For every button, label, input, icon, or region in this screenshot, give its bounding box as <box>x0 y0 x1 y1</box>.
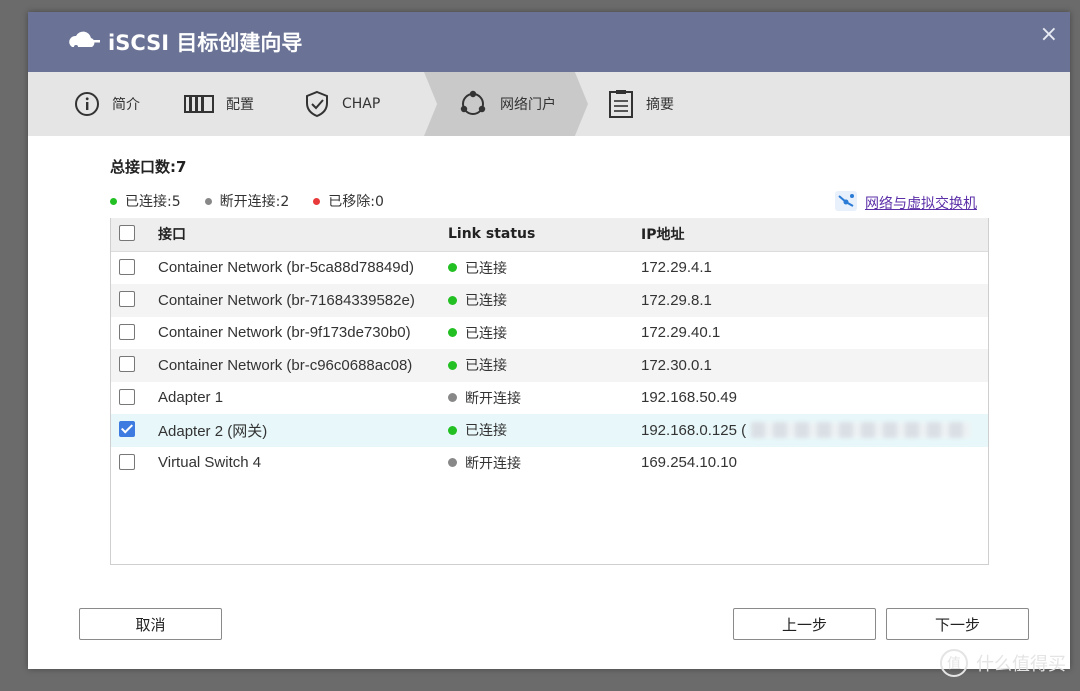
ip-address: 192.168.0.125 ( <box>641 421 747 439</box>
connected-dot-icon <box>448 295 457 305</box>
watermark-badge-icon: 值 <box>940 649 968 677</box>
redacted-blur <box>751 422 971 438</box>
ip-address: 169.254.10.10 <box>641 454 737 472</box>
step-intro[interactable]: 简介 <box>28 72 184 136</box>
ip-address: 172.29.40.1 <box>641 324 721 342</box>
red-dot-icon <box>313 197 321 205</box>
link-status: 已连接 <box>448 258 507 278</box>
row-checkbox[interactable] <box>119 323 135 340</box>
legend-removed-label: 已移除:0 <box>328 194 384 210</box>
step-summary[interactable]: 摘要 <box>588 72 718 136</box>
close-icon[interactable]: × <box>1040 22 1058 47</box>
wizard-dialog: iSCSI 目标创建向导 × 简介 配置 CHAP 网络门户 摘要 总接口数:7… <box>28 12 1070 669</box>
watermark-text: 什么值得买 <box>976 654 1066 675</box>
row-checkbox[interactable] <box>119 291 135 307</box>
link-status-label: 已连接 <box>465 358 507 375</box>
legend-connected: 已连接:5 <box>110 191 181 211</box>
interface-name: Container Network (br-c96c0688ac08) <box>158 356 413 374</box>
green-dot-icon <box>110 197 117 205</box>
config-icon <box>184 94 214 114</box>
table-row[interactable]: Container Network (br-71684339582e) 已连接 … <box>111 284 988 317</box>
step-label: 网络门户 <box>500 97 556 113</box>
cancel-button[interactable]: 取消 <box>79 608 222 640</box>
link-status: 断开连接 <box>448 388 521 408</box>
link-status-label: 已连接 <box>465 423 507 440</box>
step-label: 摘要 <box>646 97 674 113</box>
next-button[interactable]: 下一步 <box>886 608 1029 640</box>
shield-check-icon <box>304 90 330 118</box>
network-portal-icon <box>458 90 488 118</box>
row-checkbox[interactable] <box>119 356 135 372</box>
link-status: 已连接 <box>448 420 507 440</box>
connected-dot-icon <box>448 263 457 273</box>
header-ip[interactable]: IP地址 <box>641 224 684 244</box>
table-row[interactable]: Adapter 1 断开连接 192.168.50.49 <box>111 382 988 415</box>
link-status-label: 已连接 <box>465 293 507 310</box>
wizard-steps: 简介 配置 CHAP 网络门户 摘要 <box>28 72 1070 136</box>
step-config[interactable]: 配置 <box>184 72 304 136</box>
step-network-portal[interactable]: 网络门户 <box>424 72 588 136</box>
row-checkbox[interactable] <box>119 453 135 470</box>
select-all-checkbox[interactable] <box>119 225 135 241</box>
link-status-label: 已连接 <box>465 325 507 342</box>
table-row[interactable]: Container Network (br-9f173de730b0) 已连接 … <box>111 317 988 350</box>
interface-name: Container Network (br-9f173de730b0) <box>158 324 411 342</box>
ip-address: 172.29.4.1 <box>641 259 712 277</box>
link-status-label: 断开连接 <box>465 390 521 407</box>
table-row[interactable]: Container Network (br-c96c0688ac08) 已连接 … <box>111 349 988 382</box>
table-row[interactable]: Virtual Switch 4 断开连接 169.254.10.10 <box>111 447 988 480</box>
disconnected-dot-icon <box>448 458 457 468</box>
watermark: 值 什么值得买 <box>940 649 1066 677</box>
disconnected-dot-icon <box>448 393 457 403</box>
table-row[interactable]: Container Network (br-5ca88d78849d) 已连接 … <box>111 252 988 285</box>
step-label: CHAP <box>342 96 381 112</box>
header-link-status[interactable]: Link status <box>448 226 535 242</box>
link-status-label: 已连接 <box>465 260 507 277</box>
connected-dot-icon <box>448 360 457 370</box>
total-interfaces: 总接口数:7 <box>110 158 187 176</box>
network-switch-link[interactable]: 网络与虚拟交换机 <box>835 191 977 215</box>
row-checkbox[interactable] <box>119 421 135 437</box>
interface-name: Adapter 2 (网关) <box>158 422 268 440</box>
row-checkbox[interactable] <box>119 258 135 275</box>
summary-icon <box>608 89 634 119</box>
step-chap[interactable]: CHAP <box>304 72 424 136</box>
ip-address: 172.30.0.1 <box>641 356 712 374</box>
step-label: 简介 <box>112 97 140 113</box>
info-icon <box>74 91 100 117</box>
interface-name: Container Network (br-5ca88d78849d) <box>158 259 414 277</box>
dialog-title: iSCSI 目标创建向导 <box>108 31 303 55</box>
table-header: 接口 Link status IP地址 <box>111 218 988 252</box>
legend-removed: 已移除:0 <box>313 191 384 211</box>
interface-name: Adapter 1 <box>158 389 224 407</box>
interface-table: 接口 Link status IP地址 Container Network (b… <box>110 218 989 565</box>
interface-name: Virtual Switch 4 <box>158 454 262 472</box>
title-bar: iSCSI 目标创建向导 × <box>28 12 1070 72</box>
interface-name: Container Network (br-71684339582e) <box>158 291 415 309</box>
connected-dot-icon <box>448 328 457 338</box>
status-legend: 已连接:5 断开连接:2 已移除:0 网络与虚拟交换机 <box>110 189 987 213</box>
ip-address: 172.29.8.1 <box>641 291 712 309</box>
link-status: 已连接 <box>448 290 507 310</box>
link-status: 已连接 <box>448 323 507 343</box>
connected-dot-icon <box>448 425 457 435</box>
network-switch-icon <box>835 191 857 215</box>
link-status: 断开连接 <box>448 453 521 473</box>
row-checkbox[interactable] <box>119 388 135 405</box>
link-status: 已连接 <box>448 355 507 375</box>
step-label: 配置 <box>226 97 254 113</box>
header-interface[interactable]: 接口 <box>158 224 186 244</box>
table-row[interactable]: Adapter 2 (网关) 已连接 192.168.0.125 ( <box>111 414 988 447</box>
network-switch-link-label: 网络与虚拟交换机 <box>865 196 977 212</box>
legend-disconnected: 断开连接:2 <box>204 191 290 211</box>
gray-dot-icon <box>204 197 212 205</box>
legend-connected-label: 已连接:5 <box>125 194 181 210</box>
legend-disconnected-label: 断开连接:2 <box>219 194 290 210</box>
ip-address: 192.168.50.49 <box>641 389 737 407</box>
link-status-label: 断开连接 <box>465 455 521 472</box>
cloud-storage-icon <box>68 27 102 58</box>
prev-button[interactable]: 上一步 <box>733 608 876 640</box>
